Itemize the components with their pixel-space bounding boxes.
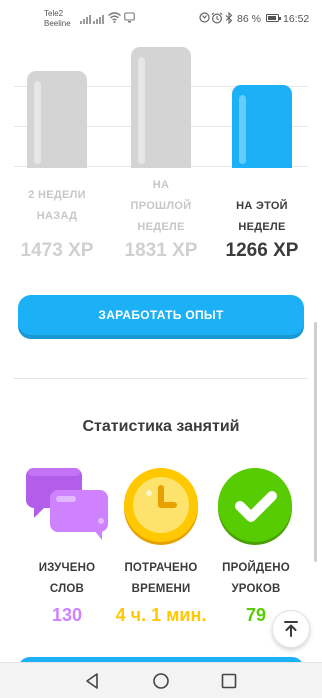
stat-label-line: ПРОЙДЕНО [222,562,290,574]
stat-label-line: ПОТРАЧЕНО [124,562,198,574]
week-xp-value: 1473 XP [20,240,94,261]
bar-shine [34,81,41,164]
scroll-to-top-button[interactable] [272,610,310,648]
xp-bar [131,47,191,170]
week-label-line: НЕДЕЛЕ [238,221,286,233]
scrollbar[interactable] [314,322,317,562]
section-divider [14,378,308,379]
weekly-xp-chart [0,40,322,180]
week-label: 2 НЕДЕЛИ НАЗАД [7,185,107,227]
week-label-line: 2 НЕДЕЛИ [28,189,86,201]
status-bar: Tele2 Beeline 86 % 16:52 [0,0,322,40]
stat-label-line: СЛОВ [49,583,85,595]
speech-bubbles-icon [26,468,108,540]
bluetooth-icon [225,12,233,24]
clock-icon [124,468,198,545]
bar-shine [138,57,145,164]
checkmark-icon [218,468,292,545]
stat-value: 4 ч. 1 мин. [115,605,207,625]
cast-icon [124,12,135,23]
bar-shine [239,95,246,164]
stat-label-line: УРОКОВ [231,583,281,595]
do-not-disturb-icon [199,12,210,23]
back-icon[interactable] [83,671,103,691]
week-label-line: ПРОШЛОЙ [130,200,192,212]
battery-icon [266,14,281,22]
stat-label: ПОТРАЧЕНО ВРЕМЕНИ [111,558,211,600]
stat-label-line: ИЗУЧЕНО [38,562,96,574]
week-label-line: НА [152,179,170,191]
battery-percent: 86 % [237,13,261,25]
week-label: НА ЭТОЙ НЕДЕЛЕ [212,196,312,238]
xp-bar [27,71,87,170]
week-label-line: НЕДЕЛЕ [137,221,185,233]
stats-title: Статистика занятий [82,418,240,435]
home-icon[interactable] [151,671,171,691]
arrow-up-icon [284,621,298,637]
clock: 16:52 [283,13,310,25]
xp-bar [232,85,292,170]
wifi-icon [108,12,121,23]
week-xp-value: 1831 XP [124,240,198,261]
week-xp-value: 1266 XP [225,240,299,261]
carrier-2: Beeline [44,19,71,28]
earn-xp-button[interactable]: ЗАРАБОТАТЬ ОПЫТ [18,295,304,335]
stat-label-line: ВРЕМЕНИ [131,583,191,595]
recents-icon[interactable] [219,671,239,691]
week-label-line: НАЗАД [36,210,78,222]
signal-1-icon [80,15,91,24]
week-label-line: НА ЭТОЙ [236,200,288,212]
signal-2-icon [93,15,104,24]
stat-label: ПРОЙДЕНО УРОКОВ [206,558,306,600]
week-label: НА ПРОШЛОЙ НЕДЕЛЕ [111,175,211,238]
alarm-icon [211,12,223,24]
system-nav-bar [0,662,322,698]
stat-label: ИЗУЧЕНО СЛОВ [17,558,117,600]
carrier-names: Tele2 Beeline [44,9,71,29]
carrier-1: Tele2 [44,9,64,18]
